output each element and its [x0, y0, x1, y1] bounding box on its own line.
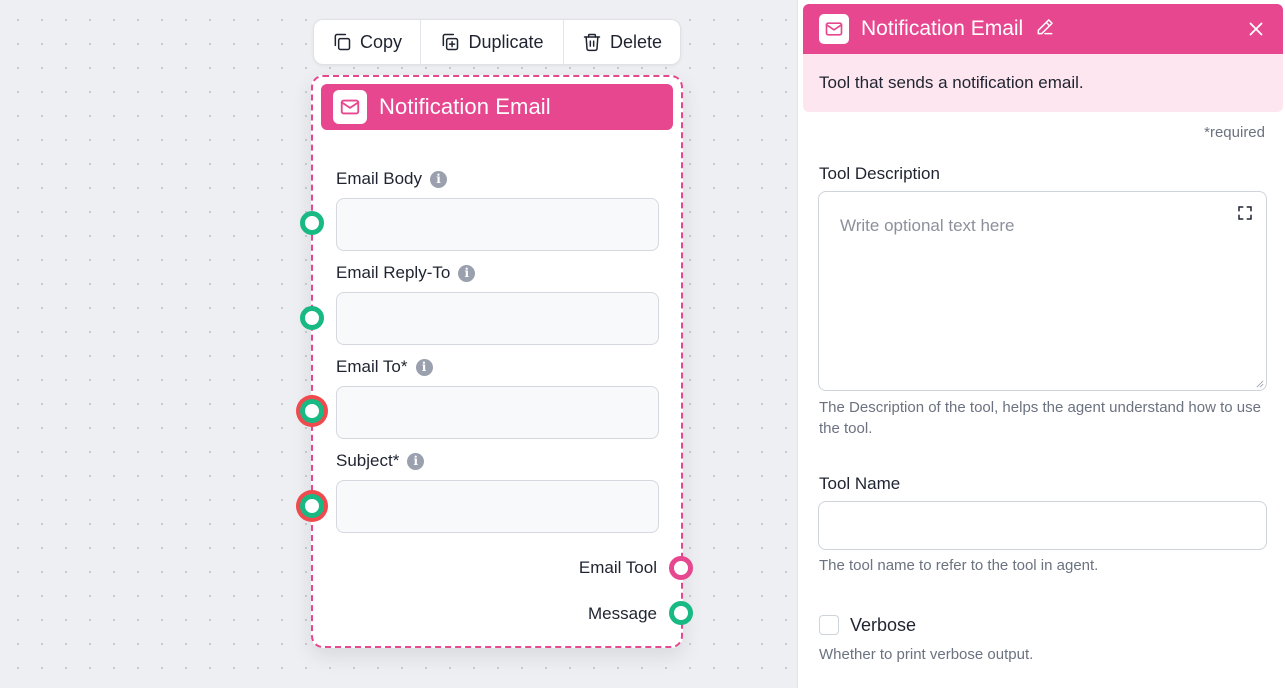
- subject-input[interactable]: [336, 480, 659, 533]
- trash-icon: [583, 33, 601, 52]
- message-output-handle[interactable]: [669, 601, 693, 625]
- notification-email-node[interactable]: Notification Email Email Body i Email Re…: [311, 75, 683, 648]
- panel-header: Notification Email: [803, 4, 1283, 54]
- email-reply-to-input[interactable]: [336, 292, 659, 345]
- mail-icon: [825, 22, 843, 36]
- node-title: Notification Email: [379, 94, 551, 119]
- duplicate-button[interactable]: Duplicate: [421, 20, 564, 64]
- output-label-message: Message: [588, 604, 657, 623]
- info-icon[interactable]: i: [458, 264, 476, 282]
- subject-handle[interactable]: [300, 494, 324, 518]
- subject-label: Subject* i: [336, 451, 425, 471]
- panel-icon-box: [819, 14, 849, 44]
- tool-name-help: The tool name to refer to the tool in ag…: [819, 557, 1099, 574]
- field-label-text: Email Reply-To: [336, 263, 451, 282]
- node-icon-box: [333, 90, 367, 124]
- delete-label: Delete: [609, 31, 663, 52]
- output-label-email-tool: Email Tool: [578, 558, 657, 577]
- required-note: *required: [1204, 124, 1265, 141]
- copy-icon: [334, 33, 351, 51]
- verbose-checkbox[interactable]: [819, 615, 839, 635]
- field-label-text: Email Body: [336, 169, 422, 188]
- tool-description-textarea[interactable]: Write optional text here: [818, 191, 1267, 391]
- info-icon[interactable]: i: [407, 452, 425, 470]
- resize-grip-icon[interactable]: [1256, 380, 1264, 388]
- tool-name-input[interactable]: [818, 501, 1267, 550]
- copy-label: Copy: [359, 31, 403, 52]
- email-body-input[interactable]: [336, 198, 659, 251]
- copy-button[interactable]: Copy: [314, 20, 421, 64]
- node-header[interactable]: Notification Email: [321, 84, 673, 130]
- node-toolbar: Copy Duplicate Delete: [313, 19, 681, 65]
- close-icon[interactable]: [1245, 18, 1267, 40]
- tool-description-help: The Description of the tool, helps the a…: [819, 399, 1261, 437]
- email-reply-to-label: Email Reply-To i: [336, 263, 476, 283]
- node-settings-panel: Notification Email Tool that sends a not…: [797, 0, 1285, 688]
- email-body-label: Email Body i: [336, 169, 447, 189]
- info-icon[interactable]: i: [429, 170, 447, 188]
- duplicate-icon: [443, 33, 459, 51]
- panel-description-text: Tool that sends a notification email.: [819, 73, 1084, 92]
- duplicate-label: Duplicate: [468, 31, 544, 52]
- email-to-label: Email To* i: [336, 357, 433, 377]
- mail-icon: [340, 99, 360, 115]
- email-to-input[interactable]: [336, 386, 659, 439]
- field-label-text: Subject*: [336, 451, 400, 470]
- panel-title: Notification Email: [861, 17, 1024, 40]
- verbose-help: Whether to print verbose output.: [819, 646, 1034, 663]
- email-reply-to-handle[interactable]: [300, 306, 324, 330]
- email-to-handle[interactable]: [300, 399, 324, 423]
- email-tool-output-handle[interactable]: [669, 556, 693, 580]
- tool-description-placeholder: Write optional text here: [840, 216, 1015, 235]
- info-icon[interactable]: i: [415, 358, 433, 376]
- delete-button[interactable]: Delete: [564, 20, 680, 64]
- field-label-text: Email To*: [336, 357, 408, 376]
- expand-icon[interactable]: [1236, 204, 1254, 222]
- verbose-label[interactable]: Verbose: [850, 615, 916, 636]
- edit-icon[interactable]: [1035, 17, 1055, 42]
- tool-name-label: Tool Name: [819, 474, 901, 493]
- email-body-handle[interactable]: [300, 211, 324, 235]
- tool-description-label: Tool Description: [819, 164, 940, 183]
- panel-description: Tool that sends a notification email.: [803, 54, 1283, 112]
